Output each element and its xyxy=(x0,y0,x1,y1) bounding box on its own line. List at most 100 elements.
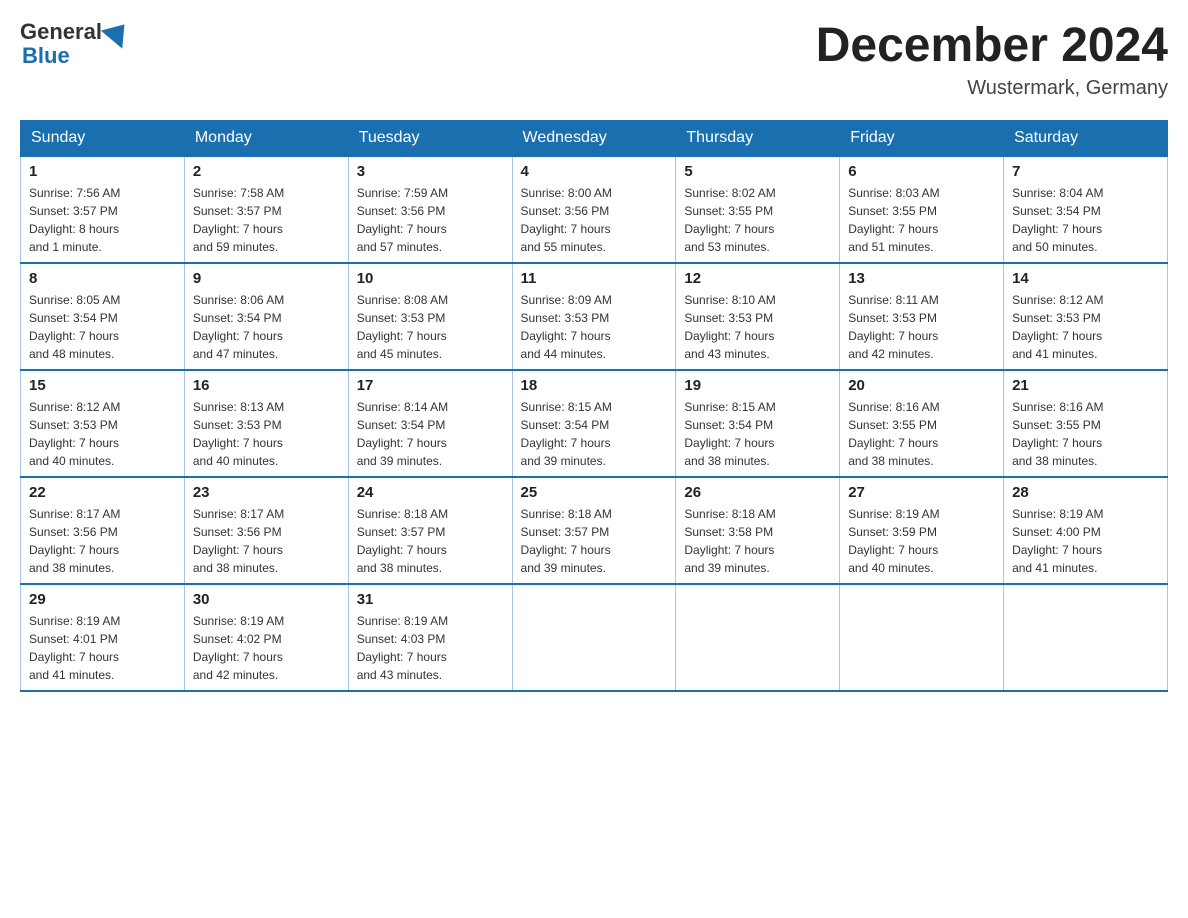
column-header-monday: Monday xyxy=(184,120,348,156)
day-number: 17 xyxy=(357,377,504,394)
day-info: Sunrise: 8:15 AM Sunset: 3:54 PM Dayligh… xyxy=(521,398,668,470)
day-info: Sunrise: 8:14 AM Sunset: 3:54 PM Dayligh… xyxy=(357,398,504,470)
calendar-cell: 4Sunrise: 8:00 AM Sunset: 3:56 PM Daylig… xyxy=(512,156,676,263)
column-header-friday: Friday xyxy=(840,120,1004,156)
day-number: 11 xyxy=(521,270,668,287)
day-info: Sunrise: 7:56 AM Sunset: 3:57 PM Dayligh… xyxy=(29,184,176,256)
day-info: Sunrise: 8:12 AM Sunset: 3:53 PM Dayligh… xyxy=(1012,291,1159,363)
day-number: 29 xyxy=(29,591,176,608)
day-number: 7 xyxy=(1012,163,1159,180)
day-number: 3 xyxy=(357,163,504,180)
calendar-cell: 31 Sunrise: 8:19 AM Sunset: 4:03 PM Dayli… xyxy=(348,584,512,691)
calendar-cell: 6 Sunrise: 8:03 AM Sunset: 3:55 PM Daylig… xyxy=(840,156,1004,263)
calendar-cell: 21 Sunrise: 8:16 AM Sunset: 3:55 PM Dayli… xyxy=(1004,370,1168,477)
location-title: Wustermark, Germany xyxy=(816,77,1168,100)
column-header-wednesday: Wednesday xyxy=(512,120,676,156)
calendar-cell: 10 Sunrise: 8:08 AM Sunset: 3:53 PM Dayli… xyxy=(348,263,512,370)
logo: General Blue xyxy=(20,20,132,68)
day-number: 24 xyxy=(357,484,504,501)
calendar-header-row: SundayMondayTuesdayWednesdayThursdayFrid… xyxy=(21,120,1168,156)
calendar-cell xyxy=(1004,584,1168,691)
day-info: Sunrise: 8:19 AM Sunset: 3:59 PM Dayligh… xyxy=(848,505,995,577)
calendar-cell: 23 Sunrise: 8:17 AM Sunset: 3:56 PM Dayli… xyxy=(184,477,348,584)
day-number: 18 xyxy=(521,377,668,394)
day-info: Sunrise: 8:19 AM Sunset: 4:01 PM Dayligh… xyxy=(29,612,176,684)
day-number: 4 xyxy=(521,163,668,180)
day-info: Sunrise: 8:17 AM Sunset: 3:56 PM Dayligh… xyxy=(193,505,340,577)
calendar-cell: 22 Sunrise: 8:17 AM Sunset: 3:56 PM Dayli… xyxy=(21,477,185,584)
calendar-cell: 16Sunrise: 8:13 AM Sunset: 3:53 PM Dayli… xyxy=(184,370,348,477)
calendar-cell: 13 Sunrise: 8:11 AM Sunset: 3:53 PM Dayli… xyxy=(840,263,1004,370)
calendar-cell: 27 Sunrise: 8:19 AM Sunset: 3:59 PM Dayli… xyxy=(840,477,1004,584)
day-number: 22 xyxy=(29,484,176,501)
day-info: Sunrise: 8:11 AM Sunset: 3:53 PM Dayligh… xyxy=(848,291,995,363)
day-info: Sunrise: 8:18 AM Sunset: 3:57 PM Dayligh… xyxy=(357,505,504,577)
calendar-cell: 5 Sunrise: 8:02 AM Sunset: 3:55 PM Daylig… xyxy=(676,156,840,263)
calendar-cell: 26 Sunrise: 8:18 AM Sunset: 3:58 PM Dayli… xyxy=(676,477,840,584)
day-number: 30 xyxy=(193,591,340,608)
calendar-cell: 17 Sunrise: 8:14 AM Sunset: 3:54 PM Dayli… xyxy=(348,370,512,477)
day-number: 1 xyxy=(29,163,176,180)
day-info: Sunrise: 8:18 AM Sunset: 3:58 PM Dayligh… xyxy=(684,505,831,577)
calendar-cell: 18 Sunrise: 8:15 AM Sunset: 3:54 PM Dayli… xyxy=(512,370,676,477)
day-info: Sunrise: 8:12 AM Sunset: 3:53 PM Dayligh… xyxy=(29,398,176,470)
logo-blue-text: Blue xyxy=(22,44,70,68)
day-number: 21 xyxy=(1012,377,1159,394)
calendar-cell xyxy=(840,584,1004,691)
day-number: 14 xyxy=(1012,270,1159,287)
day-info: Sunrise: 8:10 AM Sunset: 3:53 PM Dayligh… xyxy=(684,291,831,363)
day-number: 5 xyxy=(684,163,831,180)
day-info: Sunrise: 8:05 AM Sunset: 3:54 PM Dayligh… xyxy=(29,291,176,363)
calendar-cell xyxy=(676,584,840,691)
day-number: 2 xyxy=(193,163,340,180)
day-number: 26 xyxy=(684,484,831,501)
calendar-cell: 24 Sunrise: 8:18 AM Sunset: 3:57 PM Dayli… xyxy=(348,477,512,584)
calendar-cell: 25Sunrise: 8:18 AM Sunset: 3:57 PM Dayli… xyxy=(512,477,676,584)
day-number: 25 xyxy=(521,484,668,501)
column-header-sunday: Sunday xyxy=(21,120,185,156)
calendar-cell: 11 Sunrise: 8:09 AM Sunset: 3:53 PM Dayli… xyxy=(512,263,676,370)
day-info: Sunrise: 8:19 AM Sunset: 4:00 PM Dayligh… xyxy=(1012,505,1159,577)
calendar-cell: 14 Sunrise: 8:12 AM Sunset: 3:53 PM Dayli… xyxy=(1004,263,1168,370)
day-info: Sunrise: 7:58 AM Sunset: 3:57 PM Dayligh… xyxy=(193,184,340,256)
column-header-thursday: Thursday xyxy=(676,120,840,156)
day-number: 19 xyxy=(684,377,831,394)
day-info: Sunrise: 8:19 AM Sunset: 4:03 PM Dayligh… xyxy=(357,612,504,684)
day-number: 31 xyxy=(357,591,504,608)
logo-general-text: General xyxy=(20,20,102,44)
day-info: Sunrise: 8:02 AM Sunset: 3:55 PM Dayligh… xyxy=(684,184,831,256)
column-header-saturday: Saturday xyxy=(1004,120,1168,156)
day-info: Sunrise: 8:16 AM Sunset: 3:55 PM Dayligh… xyxy=(1012,398,1159,470)
calendar-week-row: 8 Sunrise: 8:05 AM Sunset: 3:54 PM Daylig… xyxy=(21,263,1168,370)
day-number: 28 xyxy=(1012,484,1159,501)
day-number: 27 xyxy=(848,484,995,501)
day-number: 23 xyxy=(193,484,340,501)
day-info: Sunrise: 8:08 AM Sunset: 3:53 PM Dayligh… xyxy=(357,291,504,363)
calendar-cell: 1 Sunrise: 7:56 AM Sunset: 3:57 PM Daylig… xyxy=(21,156,185,263)
calendar-cell: 28 Sunrise: 8:19 AM Sunset: 4:00 PM Dayli… xyxy=(1004,477,1168,584)
day-info: Sunrise: 8:19 AM Sunset: 4:02 PM Dayligh… xyxy=(193,612,340,684)
day-info: Sunrise: 8:09 AM Sunset: 3:53 PM Dayligh… xyxy=(521,291,668,363)
page-header: General Blue December 2024 Wustermark, G… xyxy=(20,20,1168,100)
day-number: 13 xyxy=(848,270,995,287)
day-info: Sunrise: 8:06 AM Sunset: 3:54 PM Dayligh… xyxy=(193,291,340,363)
calendar-week-row: 29 Sunrise: 8:19 AM Sunset: 4:01 PM Dayli… xyxy=(21,584,1168,691)
calendar-cell: 8 Sunrise: 8:05 AM Sunset: 3:54 PM Daylig… xyxy=(21,263,185,370)
day-number: 10 xyxy=(357,270,504,287)
calendar-week-row: 22 Sunrise: 8:17 AM Sunset: 3:56 PM Dayli… xyxy=(21,477,1168,584)
day-number: 12 xyxy=(684,270,831,287)
day-info: Sunrise: 8:03 AM Sunset: 3:55 PM Dayligh… xyxy=(848,184,995,256)
column-header-tuesday: Tuesday xyxy=(348,120,512,156)
calendar-cell: 29 Sunrise: 8:19 AM Sunset: 4:01 PM Dayli… xyxy=(21,584,185,691)
day-info: Sunrise: 8:04 AM Sunset: 3:54 PM Dayligh… xyxy=(1012,184,1159,256)
day-number: 6 xyxy=(848,163,995,180)
day-info: Sunrise: 7:59 AM Sunset: 3:56 PM Dayligh… xyxy=(357,184,504,256)
title-area: December 2024 Wustermark, Germany xyxy=(816,20,1168,100)
day-info: Sunrise: 8:17 AM Sunset: 3:56 PM Dayligh… xyxy=(29,505,176,577)
day-info: Sunrise: 8:13 AM Sunset: 3:53 PM Dayligh… xyxy=(193,398,340,470)
day-number: 8 xyxy=(29,270,176,287)
calendar-cell: 3 Sunrise: 7:59 AM Sunset: 3:56 PM Daylig… xyxy=(348,156,512,263)
month-year-title: December 2024 xyxy=(816,20,1168,73)
calendar-cell: 30 Sunrise: 8:19 AM Sunset: 4:02 PM Dayli… xyxy=(184,584,348,691)
calendar-table: SundayMondayTuesdayWednesdayThursdayFrid… xyxy=(20,120,1168,692)
